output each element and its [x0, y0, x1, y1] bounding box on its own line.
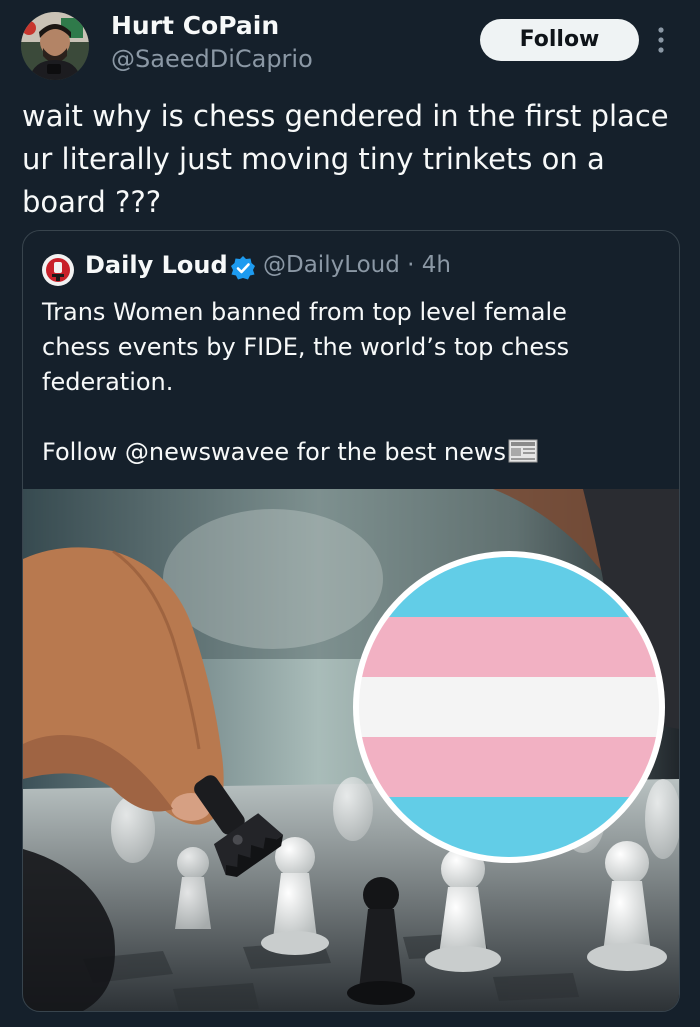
quoted-text: Trans Women banned from top level female…	[42, 295, 662, 470]
chess-trans-flag-photo[interactable]	[23, 489, 679, 1011]
quoted-handle-time[interactable]: @DailyLoud · 4h	[263, 252, 451, 278]
tweet-text: wait why is chess gendered in the first …	[22, 95, 692, 224]
quoted-tweet-card[interactable]: Daily Loud @DailyLoud · 4h Trans Women b…	[22, 230, 680, 1012]
author-avatar[interactable]	[21, 12, 89, 80]
follow-button[interactable]: Follow	[480, 19, 639, 61]
newspaper-icon	[508, 439, 538, 463]
daily-loud-logo-icon	[42, 254, 74, 286]
tweet-line: ur literally just moving tiny trinkets o…	[22, 142, 605, 176]
quoted-author-name[interactable]: Daily Loud	[85, 251, 228, 279]
tweet-header: Hurt CoPain @SaeedDiCaprio Follow	[0, 0, 700, 90]
quoted-follow-line: Follow @newswavee for the best news	[42, 435, 662, 470]
avatar-image	[21, 12, 89, 80]
quoted-line: federation.	[42, 368, 174, 396]
author-name[interactable]: Hurt CoPain	[111, 11, 279, 40]
verified-badge-icon	[231, 256, 255, 280]
quoted-line: chess events by FIDE, the world’s top ch…	[42, 333, 570, 361]
tweet-line: wait why is chess gendered in the first …	[22, 99, 669, 133]
author-handle[interactable]: @SaeedDiCaprio	[111, 45, 313, 73]
quoted-line: Trans Women banned from top level female	[42, 298, 567, 326]
follow-text: Follow @newswavee for the best news	[42, 438, 507, 466]
more-vertical-icon[interactable]	[652, 24, 670, 56]
tweet-line: board ???	[22, 185, 162, 219]
